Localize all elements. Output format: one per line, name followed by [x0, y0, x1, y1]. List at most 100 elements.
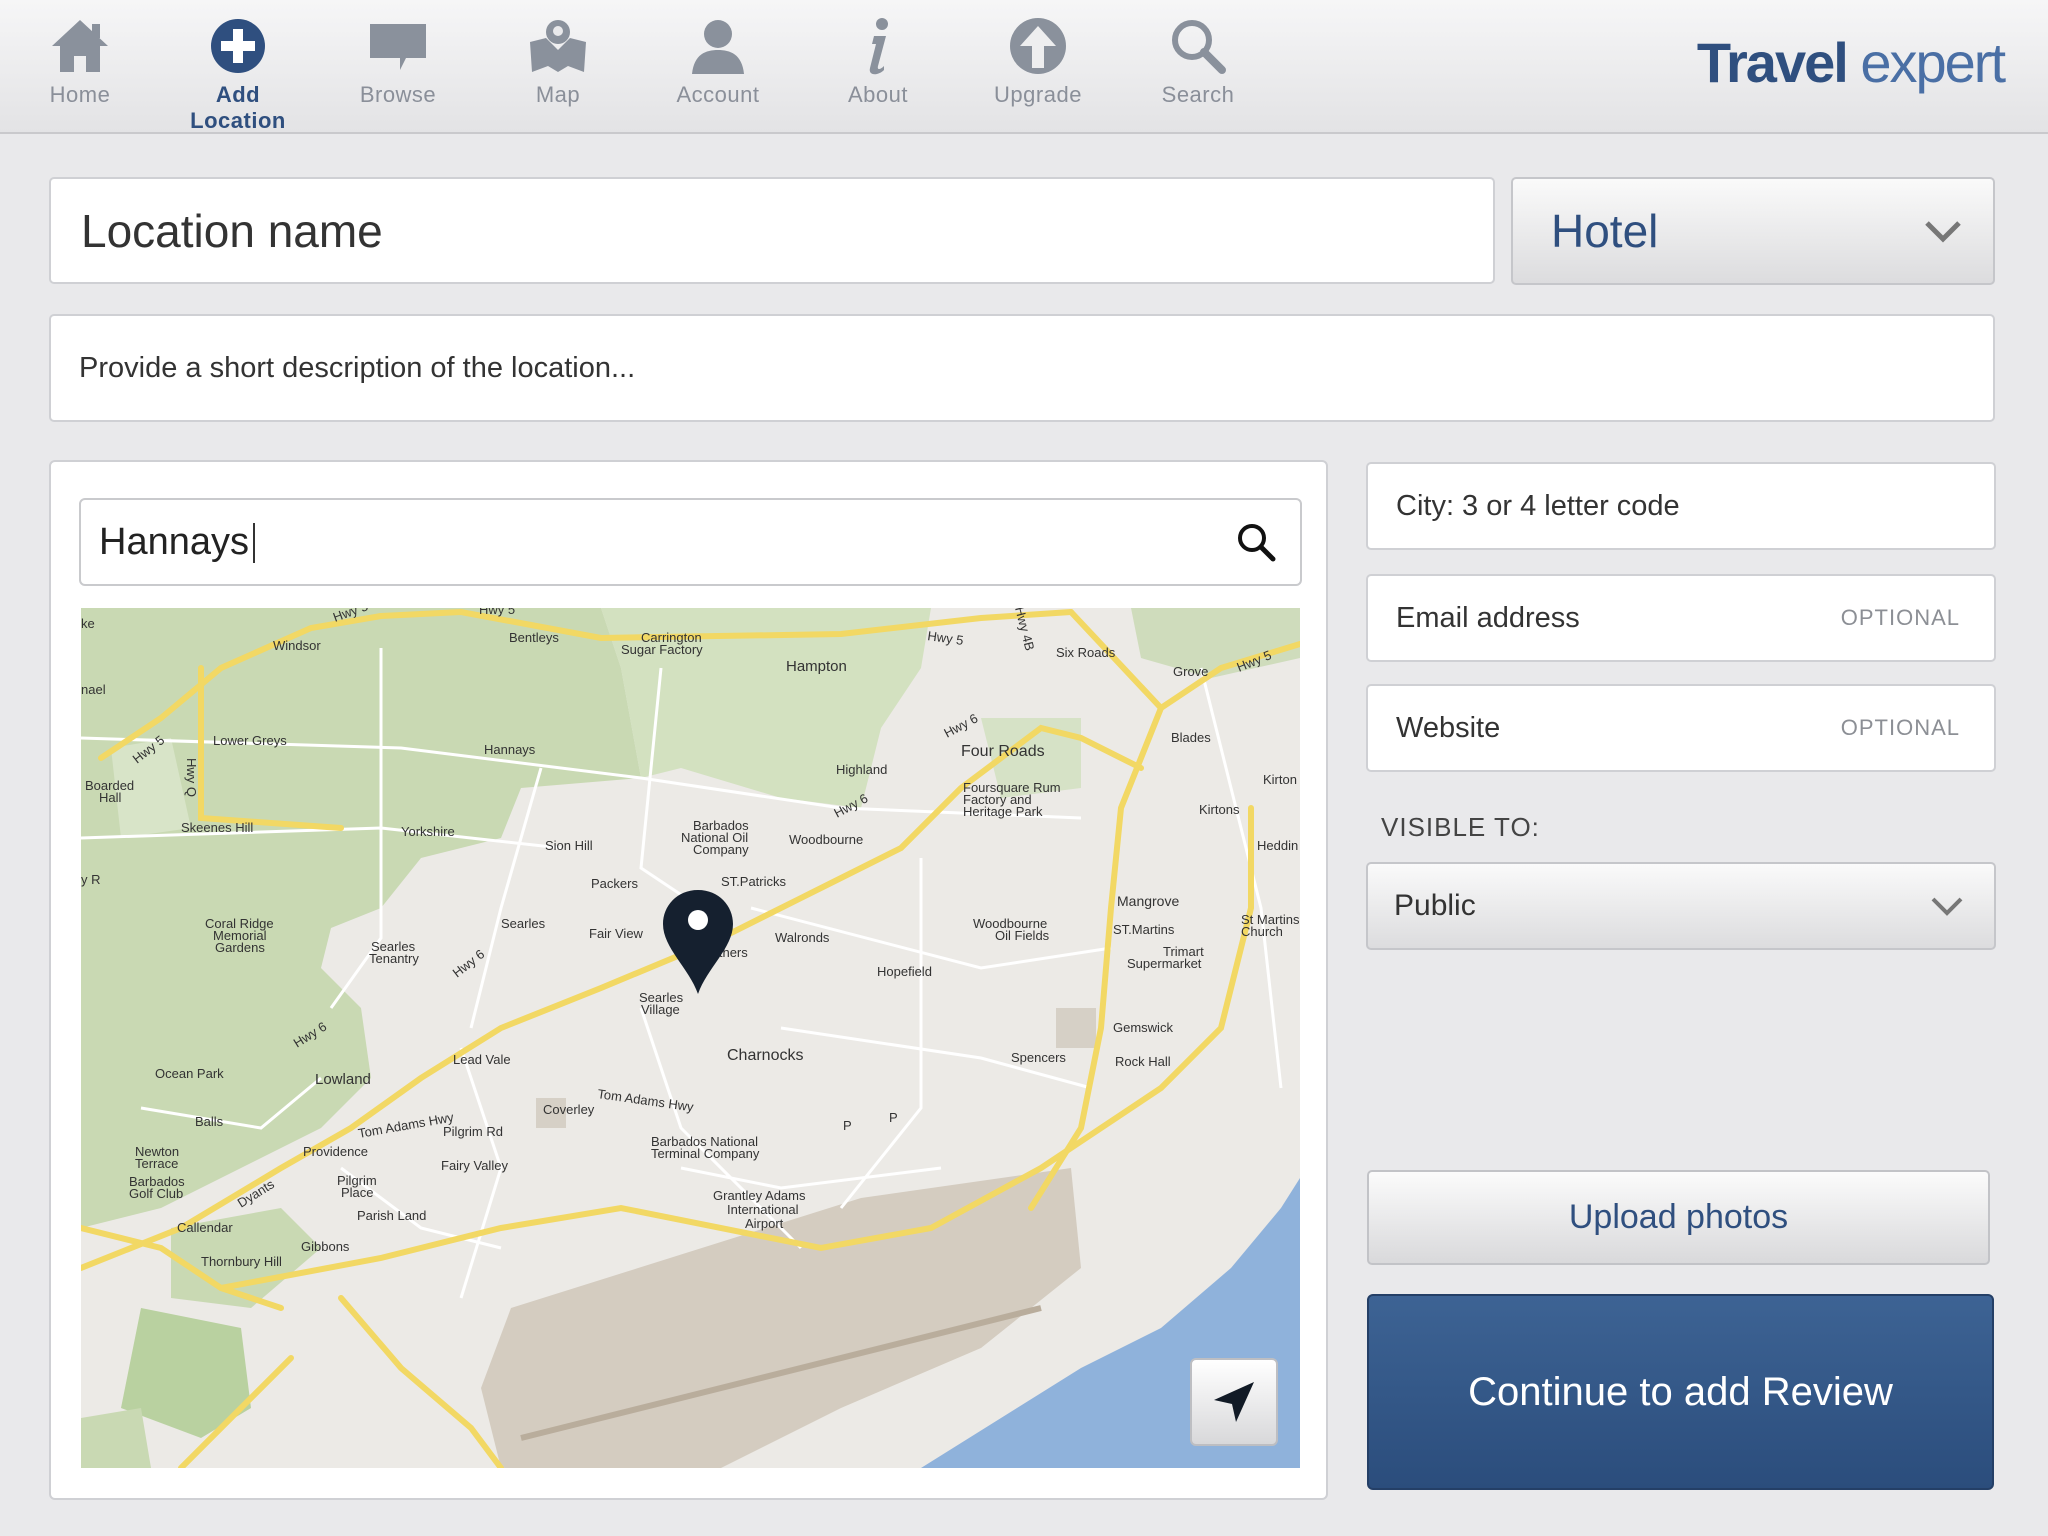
map-label-oil-fields: Oil Fields	[995, 928, 1050, 943]
navigation-arrow-icon	[1214, 1382, 1254, 1422]
map-label-yorkshire: Yorkshire	[401, 824, 455, 839]
nav-browse[interactable]: Browse	[328, 16, 468, 126]
map-label-six-roads: Six Roads	[1056, 645, 1116, 660]
nav-account[interactable]: Account	[648, 16, 788, 126]
email-optional-tag: OPTIONAL	[1840, 605, 1960, 630]
map-label-yr: y R	[81, 872, 101, 887]
search-icon[interactable]	[1236, 522, 1276, 562]
user-icon	[692, 20, 744, 74]
location-type-value: Hotel	[1551, 205, 1659, 257]
map-label-pilgrim-place-2: Place	[341, 1185, 374, 1200]
nav-home[interactable]: Home	[10, 16, 150, 126]
nav-account-label: Account	[676, 82, 760, 107]
nav-search[interactable]: Search	[1128, 16, 1268, 126]
map-label-terrace: Terrace	[135, 1156, 178, 1171]
map-label-barbados-terminal-2: Terminal Company	[651, 1146, 760, 1161]
website-placeholder: Website	[1396, 711, 1501, 744]
map-label-gibbons: Gibbons	[301, 1239, 350, 1254]
map-label-ocean-park: Ocean Park	[155, 1066, 224, 1081]
website-field[interactable]: Website OPTIONAL	[1366, 684, 1996, 772]
map-label-pilgrim-rd: Pilgrim Rd	[443, 1124, 503, 1139]
nav-map[interactable]: Map	[488, 16, 628, 126]
chevron-down-icon	[1925, 221, 1961, 243]
visible-to-label: VISIBLE TO:	[1381, 812, 1540, 842]
map-label-heritage-park: Heritage Park	[963, 804, 1043, 819]
map-label-rock-hall: Rock Hall	[1115, 1054, 1171, 1069]
map-label-highland: Highland	[836, 762, 887, 777]
nav-add-location[interactable]: Add Location	[168, 16, 308, 133]
upload-photos-button[interactable]: Upload photos	[1367, 1170, 1990, 1265]
map-label-windsor: Windsor	[273, 638, 321, 653]
map-label-packers: Packers	[591, 876, 638, 891]
map-label-lower-greys: Lower Greys	[213, 733, 287, 748]
brand-logo: Travel expert	[1696, 30, 2006, 100]
nav-about[interactable]: About	[808, 16, 948, 126]
map-label-grove: Grove	[1173, 664, 1208, 679]
map-label-mangrove: Mangrove	[1117, 893, 1179, 909]
continue-to-review-button[interactable]: Continue to add Review	[1367, 1294, 1994, 1490]
map-label-gemswick: Gemswick	[1113, 1020, 1173, 1035]
location-name-placeholder: Location name	[81, 204, 383, 257]
map-label-st-martins: ST.Martins	[1113, 922, 1175, 937]
map-label-supermarket: Supermarket	[1127, 956, 1202, 971]
map-label-st-patricks: ST.Patricks	[721, 874, 787, 889]
description-field[interactable]: Provide a short description of the locat…	[49, 314, 1995, 422]
map-label-charnocks: Charnocks	[727, 1047, 803, 1064]
nav-map-label: Map	[535, 82, 581, 107]
nav-add-location-label: Add Location	[190, 82, 286, 133]
email-field[interactable]: Email address OPTIONAL	[1366, 574, 1996, 662]
nav-upgrade[interactable]: Upgrade	[968, 16, 1108, 126]
brand-logo-part1: Travel	[1696, 31, 1849, 94]
speech-bubble-icon	[370, 24, 426, 70]
chevron-down-icon	[1931, 897, 1963, 916]
map-label-grantley-1: Grantley Adams	[713, 1188, 806, 1203]
map-label-providence: Providence	[303, 1144, 368, 1159]
location-type-select[interactable]: Hotel	[1511, 177, 1995, 285]
location-name-field[interactable]: Location name	[49, 177, 1495, 284]
map-label-fairy-valley: Fairy Valley	[441, 1158, 508, 1173]
city-code-placeholder: City: 3 or 4 letter code	[1396, 489, 1680, 522]
map-label-heddin: Heddin	[1257, 838, 1298, 853]
map-label-barbados-golf-2: Golf Club	[129, 1186, 183, 1201]
map-label-hampton: Hampton	[786, 658, 847, 675]
map-label-ke: ke	[81, 616, 95, 631]
map-label-p1: P	[843, 1118, 852, 1133]
map-label-searles: Searles	[501, 916, 546, 931]
map-view[interactable]: ke nael Windsor Bentleys Carrington Suga…	[81, 608, 1300, 1468]
map-label-hall: Hall	[99, 790, 122, 805]
upload-photos-label: Upload photos	[1568, 1198, 1789, 1236]
nav-about-label: About	[848, 82, 908, 107]
map-label-thornbury: Thornbury Hill	[201, 1254, 282, 1269]
map-label-hwy5-b: Hwy 5	[479, 608, 515, 617]
map-label-sugar-factory: Sugar Factory	[621, 642, 703, 657]
map-search-field[interactable]: Hannays	[79, 498, 1302, 586]
map-label-grantley-3: Airport	[745, 1216, 784, 1231]
magnifier-icon	[1172, 20, 1226, 74]
plus-circle-icon	[211, 19, 265, 73]
map-label-coverley: Coverley	[543, 1102, 595, 1117]
map-search-input[interactable]: Hannays	[81, 521, 255, 564]
map-label-p2: P	[889, 1110, 898, 1125]
locate-me-button[interactable]	[1190, 1358, 1278, 1446]
city-code-field[interactable]: City: 3 or 4 letter code	[1366, 462, 1996, 550]
map-label-walronds: Walronds	[775, 930, 830, 945]
nav-home-label: Home	[49, 82, 111, 107]
map-label-bentleys: Bentleys	[509, 630, 559, 645]
map-label-parish-land: Parish Land	[357, 1208, 426, 1223]
info-icon	[869, 18, 888, 75]
upload-arrow-icon	[1010, 18, 1066, 74]
email-placeholder: Email address	[1396, 601, 1580, 634]
map-label-callendar: Callendar	[177, 1220, 233, 1235]
map-label-spencers: Spencers	[1011, 1050, 1066, 1065]
map-label-st-martins-church-2: Church	[1241, 924, 1283, 939]
map-label-sion-hill: Sion Hill	[545, 838, 593, 853]
visibility-value: Public	[1394, 889, 1476, 922]
map-label-kirtons: Kirtons	[1199, 802, 1240, 817]
visibility-select[interactable]: Public	[1366, 862, 1996, 950]
map-label-kirton: Kirton	[1263, 772, 1297, 787]
map-label-gardens: Gardens	[215, 940, 265, 955]
map-canvas[interactable]: ke nael Windsor Bentleys Carrington Suga…	[81, 608, 1300, 1468]
text-caret	[252, 523, 255, 564]
map-label-searles-village-2: Village	[641, 1002, 680, 1017]
nav-search-label: Search	[1161, 82, 1235, 107]
